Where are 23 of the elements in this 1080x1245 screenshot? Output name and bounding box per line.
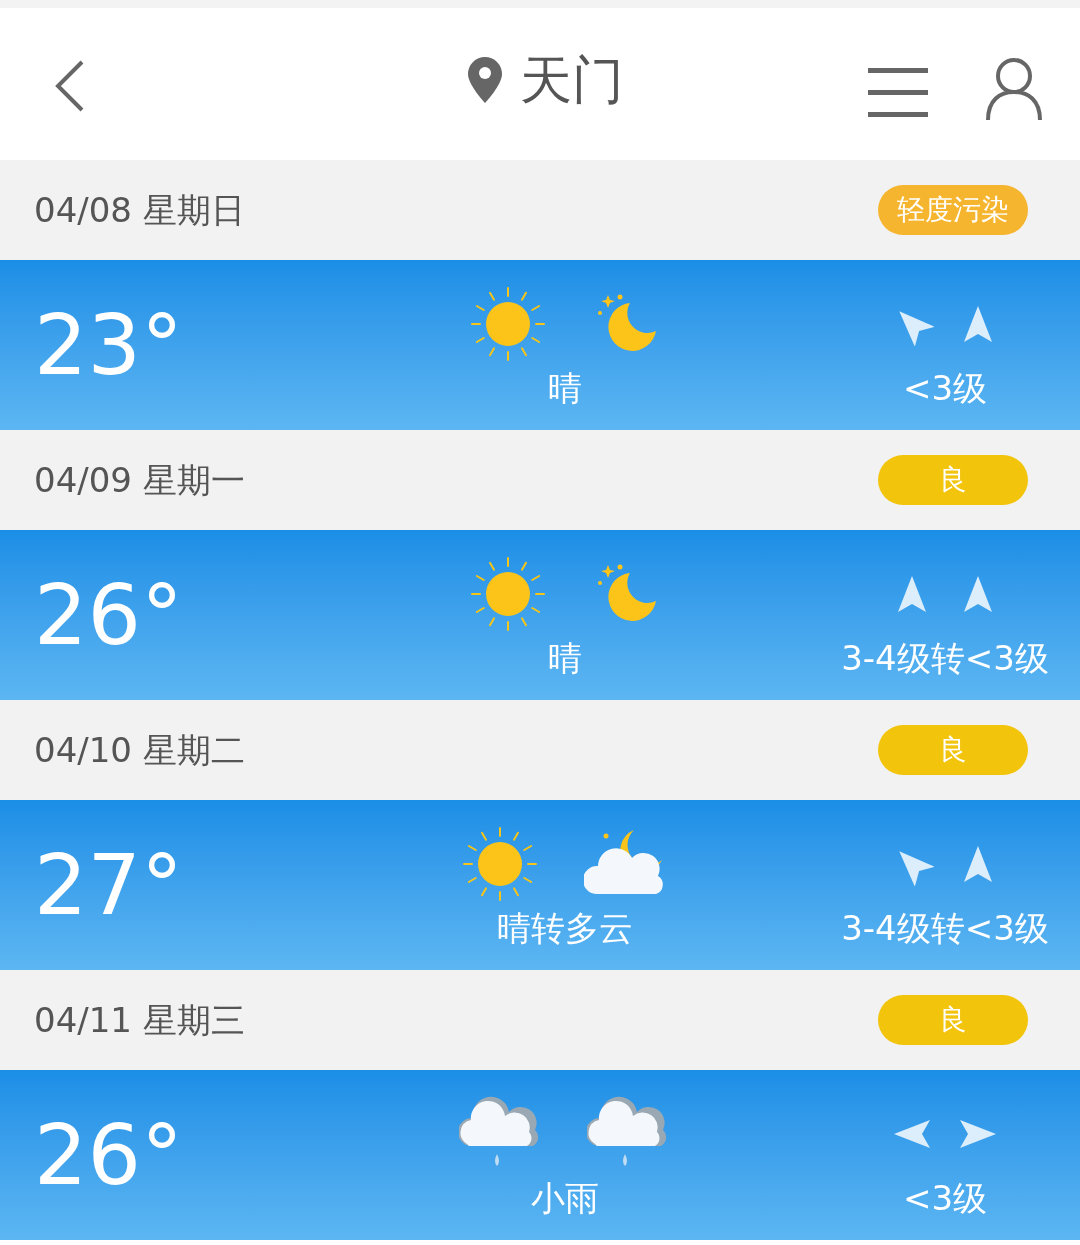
wind-level: <3级 [902,1176,988,1220]
weather-condition: 晴 [548,366,582,410]
location-pin-icon [466,55,504,105]
wind-level: 3-4级转<3级 [841,906,1049,950]
air-quality-badge: 轻度污染 [878,185,1028,235]
city-title: 天门 [520,54,624,106]
temperature: 27° [33,843,184,927]
air-quality-badge: 良 [878,995,1028,1045]
wind-level: <3级 [902,366,988,410]
weather-condition: 小雨 [531,1176,599,1220]
temperature: 23° [33,303,184,387]
date-label: 04/11 星期三 [34,998,245,1042]
temperature: 26° [33,1113,184,1197]
date-label: 04/10 星期二 [34,728,245,772]
temperature: 26° [33,573,184,657]
date-label: 04/09 星期一 [34,458,245,502]
date-label: 04/08 星期日 [34,188,245,232]
wind-level: 3-4级转<3级 [841,636,1049,680]
weather-condition: 晴 [548,636,582,680]
weather-condition: 晴转多云 [497,906,633,950]
air-quality-badge: 良 [878,455,1028,505]
air-quality-badge: 良 [878,725,1028,775]
user-icon[interactable] [984,56,1044,122]
